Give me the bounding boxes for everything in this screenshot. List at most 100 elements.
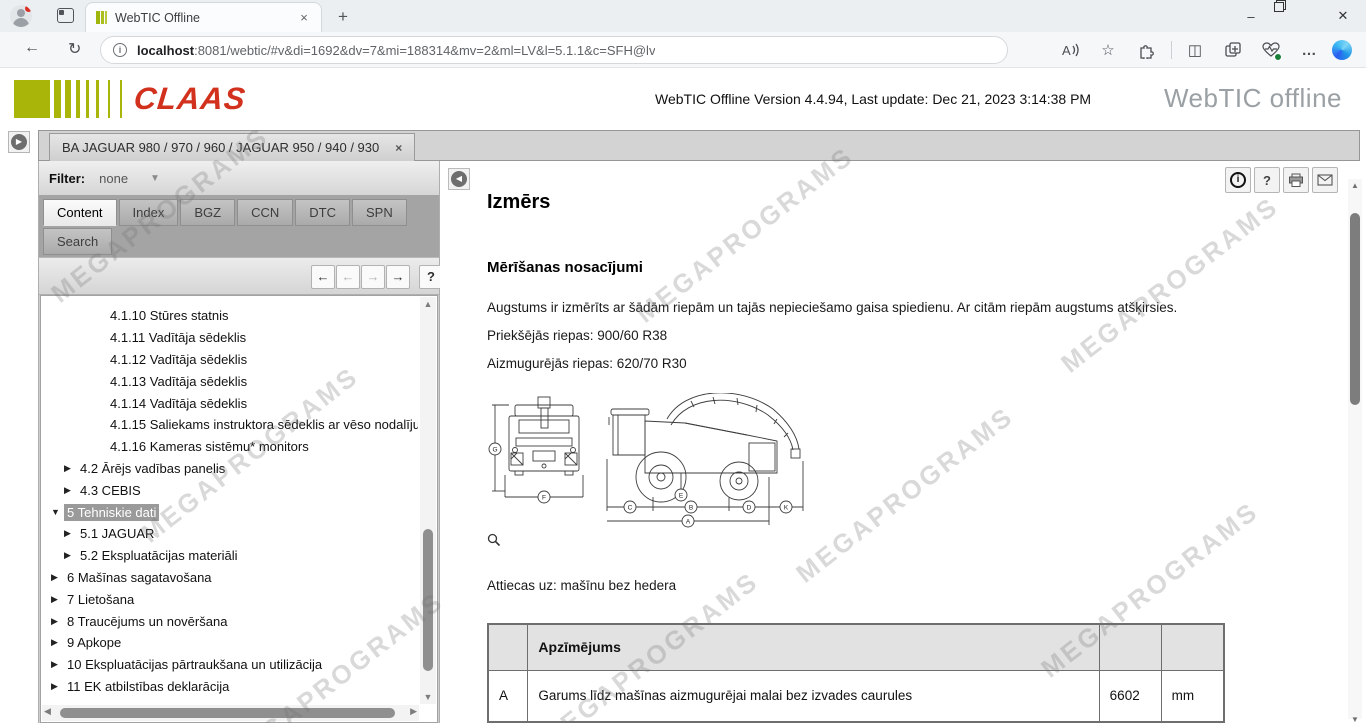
workspaces-icon[interactable] bbox=[57, 8, 74, 23]
tree-collapsed-icon[interactable]: ▶ bbox=[51, 659, 64, 670]
tree-item[interactable]: ▶9 Apkope bbox=[43, 632, 418, 654]
filter-row: Filter: none ▼ bbox=[39, 161, 439, 195]
tree-item[interactable]: ▼5 Tehniskie dati bbox=[43, 501, 418, 523]
close-button[interactable]: ✕ bbox=[1320, 0, 1366, 32]
print-icon bbox=[1288, 173, 1304, 188]
header-cell-unit bbox=[1161, 624, 1224, 670]
new-tab-button[interactable]: + bbox=[332, 6, 354, 28]
filter-dropdown-icon[interactable]: ▼ bbox=[150, 173, 160, 184]
refresh-icon[interactable]: ↻ bbox=[68, 39, 81, 59]
split-screen-icon[interactable]: ◫ bbox=[1180, 36, 1210, 64]
tree-item[interactable]: 4.1.15 Saliekams instruktora sēdeklis ar… bbox=[43, 414, 418, 436]
tree-collapsed-icon[interactable]: ▶ bbox=[51, 594, 64, 605]
tree-item[interactable]: 4.1.14 Vadītāja sēdeklis bbox=[43, 392, 418, 414]
dimension-diagram: G F E C B D K A bbox=[485, 393, 805, 533]
tree-item[interactable]: ▶5.1 JAGUAR bbox=[43, 523, 418, 545]
nav-last-button[interactable]: → bbox=[386, 265, 410, 289]
tree-collapsed-icon[interactable]: ▶ bbox=[51, 616, 64, 627]
tree-item[interactable]: 4.1.13 Vadītāja sēdeklis bbox=[43, 370, 418, 392]
horizontal-scroll-thumb[interactable] bbox=[60, 708, 395, 718]
tree-collapsed-icon[interactable]: ▶ bbox=[64, 528, 77, 539]
tree-collapsed-icon[interactable]: ▶ bbox=[51, 572, 64, 583]
tree-item[interactable]: 4.1.10 Stūres statnis bbox=[43, 305, 418, 327]
back-icon[interactable]: ← bbox=[24, 39, 40, 57]
browser-tab[interactable]: WebTIC Offline × bbox=[85, 2, 322, 32]
tree-collapsed-icon[interactable]: ▶ bbox=[64, 485, 77, 496]
tree-collapsed-icon[interactable]: ▶ bbox=[51, 637, 64, 648]
url-text: localhost:8081/webtic/#v&di=1692&dv=7&mi… bbox=[137, 43, 655, 58]
sidebar-tab-content[interactable]: Content bbox=[43, 199, 117, 226]
read-aloud-icon[interactable]: A bbox=[1055, 36, 1085, 64]
minimize-button[interactable]: – bbox=[1228, 0, 1274, 32]
content-scroll-thumb[interactable] bbox=[1350, 213, 1360, 405]
tree-item[interactable]: 4.1.11 Vadītāja sēdeklis bbox=[43, 327, 418, 349]
expand-panel-button[interactable]: ▶ bbox=[8, 131, 30, 153]
window-controls: – ✕ bbox=[1228, 0, 1366, 32]
tree-vertical-scrollbar[interactable]: ▲ ▼ bbox=[420, 297, 436, 704]
content-scrollbar[interactable]: ▲ ▼ bbox=[1348, 179, 1362, 719]
more-menu-icon[interactable]: … bbox=[1294, 36, 1324, 64]
tab-close-icon[interactable]: × bbox=[295, 9, 313, 27]
restore-button[interactable] bbox=[1274, 0, 1320, 32]
tree-item[interactable]: ▶4.2 Ārējs vadības panelis bbox=[43, 458, 418, 480]
filter-value-dropdown[interactable]: none bbox=[99, 171, 128, 186]
print-button[interactable] bbox=[1283, 167, 1309, 193]
site-info-icon[interactable]: i bbox=[113, 43, 127, 57]
favorites-star-icon[interactable]: ☆ bbox=[1093, 36, 1123, 64]
sidebar-tab-ccn[interactable]: CCN bbox=[237, 199, 293, 226]
tree-collapsed-icon[interactable]: ▶ bbox=[64, 550, 77, 561]
table-row: AGarums līdz mašīnas aizmugurējai malai … bbox=[488, 670, 1224, 722]
nav-forward-button[interactable]: → bbox=[361, 265, 385, 289]
browser-essentials-icon[interactable] bbox=[1256, 36, 1286, 64]
tree-item[interactable]: ▶6 Mašīnas sagatavošana bbox=[43, 567, 418, 589]
content-scroll-up-icon[interactable]: ▲ bbox=[1348, 181, 1362, 190]
nav-first-button[interactable]: ← bbox=[311, 265, 335, 289]
copilot-icon[interactable] bbox=[1332, 40, 1352, 60]
sidebar-tabs-row2: Search bbox=[43, 228, 439, 255]
tree-item[interactable]: 4.1.12 Vadītāja sēdeklis bbox=[43, 349, 418, 371]
document-tab-label: BA JAGUAR 980 / 970 / 960 / JAGUAR 950 /… bbox=[62, 140, 379, 155]
sidebar-tab-bgz[interactable]: BGZ bbox=[180, 199, 235, 226]
extensions-icon[interactable] bbox=[1131, 36, 1161, 64]
sidebar-tab-dtc[interactable]: DTC bbox=[295, 199, 350, 226]
tree-collapsed-icon[interactable]: ▶ bbox=[51, 681, 64, 692]
scroll-down-icon[interactable]: ▼ bbox=[420, 692, 436, 702]
sidebar-tab-spn[interactable]: SPN bbox=[352, 199, 407, 226]
content-scroll-down-icon[interactable]: ▼ bbox=[1348, 715, 1362, 723]
paragraph: Augstums ir izmērīts ar šādām riepām un … bbox=[487, 300, 1177, 315]
tree-collapsed-icon[interactable]: ▶ bbox=[64, 463, 77, 474]
document-tab-close-icon[interactable]: × bbox=[395, 141, 402, 155]
tree-horizontal-scrollbar[interactable]: ◀ ▶ bbox=[42, 705, 419, 721]
scroll-up-icon[interactable]: ▲ bbox=[420, 299, 436, 309]
scroll-left-icon[interactable]: ◀ bbox=[44, 706, 51, 717]
tree-item[interactable]: ▶7 Lietošana bbox=[43, 588, 418, 610]
vertical-scroll-thumb[interactable] bbox=[423, 529, 433, 671]
zoom-image-icon[interactable] bbox=[487, 533, 501, 547]
help-button[interactable]: ? bbox=[1254, 167, 1280, 193]
toolbar-icons: A ☆ ◫ … bbox=[1055, 32, 1366, 68]
tree-item-label: 4.1.10 Stūres statnis bbox=[107, 307, 232, 324]
tree-item[interactable]: ▶4.3 CEBIS bbox=[43, 479, 418, 501]
tree-item[interactable]: ▶10 Ekspluatācijas pārtraukšana un utili… bbox=[43, 654, 418, 676]
tree-item[interactable]: ▶11 EK atbilstības deklarācija bbox=[43, 676, 418, 698]
sidebar-tab-index[interactable]: Index bbox=[119, 199, 179, 226]
tree-item[interactable]: ▶8 Traucējums un novēršana bbox=[43, 610, 418, 632]
nav-back-button[interactable]: ← bbox=[336, 265, 360, 289]
content-pane: ◀ i ? ▲ ▼ Izmērs Mērīšanas nosacījumi Au… bbox=[440, 161, 1366, 723]
document-tab[interactable]: BA JAGUAR 980 / 970 / 960 / JAGUAR 950 /… bbox=[49, 133, 415, 161]
mail-button[interactable] bbox=[1312, 167, 1338, 193]
profile-avatar[interactable] bbox=[10, 5, 32, 27]
collapse-panel-button[interactable]: ◀ bbox=[448, 168, 470, 190]
tree-expanded-icon[interactable]: ▼ bbox=[51, 507, 64, 517]
content-tree: 4.1.10 Stūres statnis 4.1.11 Vadītāja sēd… bbox=[40, 295, 438, 723]
scroll-right-icon[interactable]: ▶ bbox=[410, 706, 417, 717]
collections-icon[interactable] bbox=[1218, 36, 1248, 64]
address-bar[interactable]: i localhost:8081/webtic/#v&di=1692&dv=7&… bbox=[100, 36, 1008, 64]
tree-item[interactable]: ▶5.2 Ekspluatācijas materiāli bbox=[43, 545, 418, 567]
tree-item-label: 8 Traucējums un novēršana bbox=[64, 613, 230, 630]
tree-item-label: 10 Ekspluatācijas pārtraukšana un utiliz… bbox=[64, 656, 325, 673]
sidebar-tab-search[interactable]: Search bbox=[43, 228, 112, 255]
info-button[interactable]: i bbox=[1225, 167, 1251, 193]
tree-item[interactable]: 4.1.16 Kameras sistēmu* monitors bbox=[43, 436, 418, 458]
tree-item-label: 4.1.13 Vadītāja sēdeklis bbox=[107, 373, 250, 390]
